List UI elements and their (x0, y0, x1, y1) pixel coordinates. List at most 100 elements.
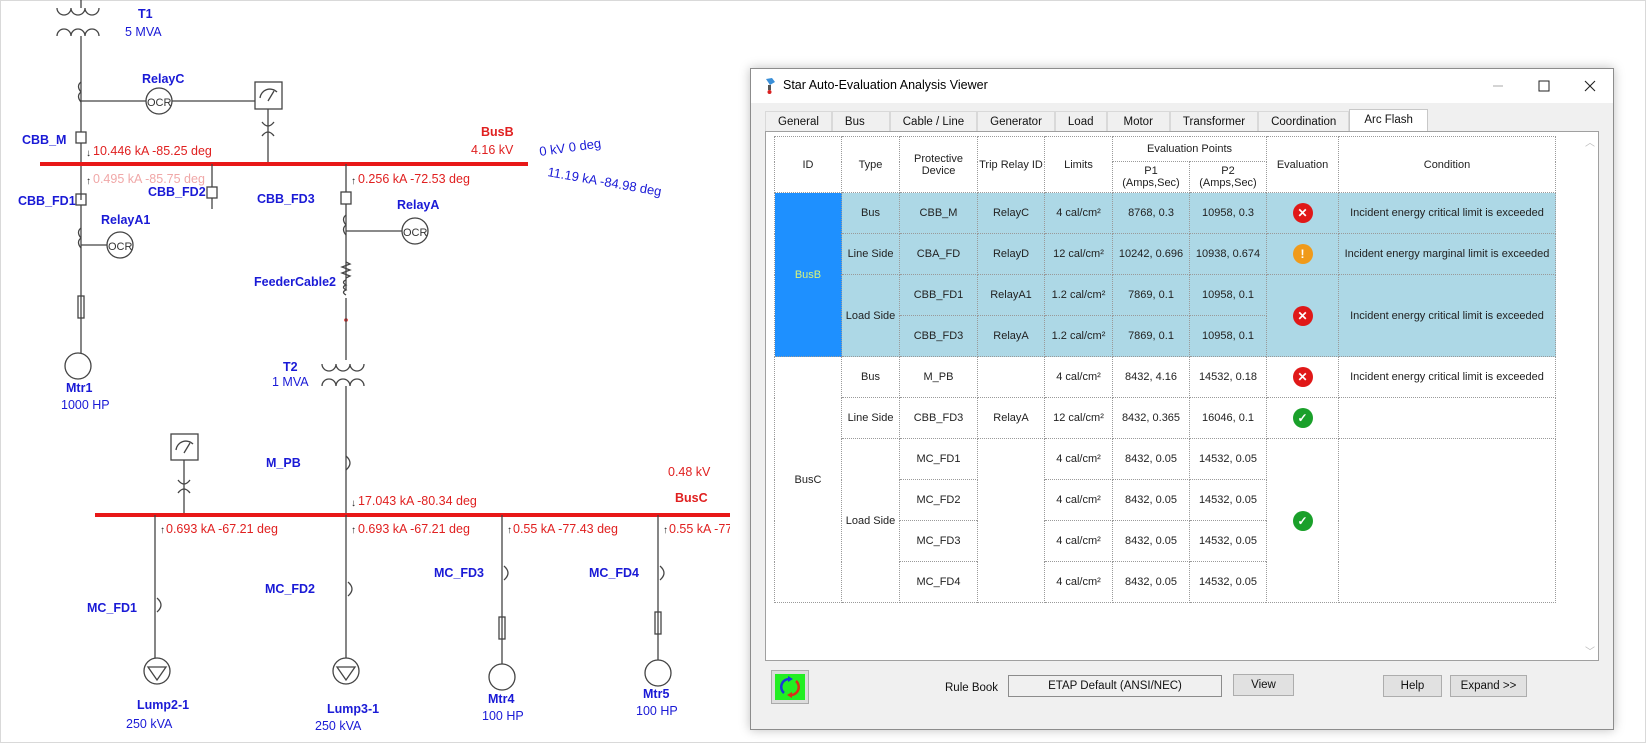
view-button[interactable]: View (1233, 674, 1294, 696)
tab-cable-line[interactable]: Cable / Line (889, 111, 978, 132)
col-limits[interactable]: Limits (1044, 136, 1113, 193)
mtr1-label: Mtr1 (66, 381, 92, 395)
breaker-cbb-fd2[interactable] (206, 186, 218, 199)
breaker-mc-fd1[interactable] (156, 597, 162, 613)
help-button[interactable]: Help (1383, 675, 1442, 697)
svg-text:↑: ↑ (351, 176, 356, 187)
vertical-scrollbar[interactable]: ︿ ﹀ (1582, 132, 1598, 660)
p2-cell: 14532, 0.18 (1189, 356, 1267, 398)
tab-load[interactable]: Load (1054, 111, 1107, 132)
col-type[interactable]: Type (841, 136, 900, 193)
cbb-m-label: CBB_M (22, 133, 66, 147)
limits-cell: 4 cal/cm² (1044, 356, 1113, 398)
p2-cell: 10958, 0.3 (1189, 192, 1267, 234)
table-row[interactable]: Line Side CBB_FD3 RelayA 12 cal/cm² 8432… (775, 397, 1556, 439)
meter-icon-2[interactable] (170, 433, 199, 461)
t2-label: T2 (283, 360, 298, 374)
bus-id-cell[interactable]: BusC (774, 356, 842, 603)
tab-arc-flash[interactable]: Arc Flash (1349, 109, 1428, 132)
col-p1[interactable]: P1 (Amps,Sec) (1112, 161, 1190, 193)
evaluation-cell: ✕ (1266, 192, 1339, 234)
one-line-diagram: T1 5 MVA OCR RelayC CBB_M ↓ 10.446 kA -8… (18, 0, 730, 733)
transformer-t1[interactable] (56, 0, 100, 132)
table-row[interactable]: BusB Bus CBB_M RelayC 4 cal/cm² 8768, 0.… (774, 192, 1556, 357)
limits-cell: 12 cal/cm² (1044, 233, 1113, 275)
col-evaluation[interactable]: Evaluation (1266, 136, 1339, 193)
maximize-icon (1538, 80, 1550, 92)
title-bar[interactable]: Star Auto-Evaluation Analysis Viewer (751, 69, 1613, 103)
col-protective-device[interactable]: Protective Device (899, 136, 978, 193)
p2-cell: 14532, 0.05 (1189, 438, 1267, 480)
cbb-fd3-current: 0.256 kA -72.53 deg (358, 172, 470, 186)
tab-general[interactable]: General (765, 111, 832, 132)
close-button[interactable] (1567, 69, 1613, 103)
type-cell: Bus (841, 356, 900, 398)
bus-id-cell[interactable]: BusB (774, 192, 842, 357)
meter-icon[interactable] (254, 81, 283, 110)
transformer-t2[interactable] (321, 363, 365, 387)
col-p2[interactable]: P2 (Amps,Sec) (1189, 161, 1267, 193)
p1-cell: 8432, 0.365 (1112, 397, 1190, 439)
refresh-button[interactable] (771, 670, 809, 704)
tab-motor[interactable]: Motor (1106, 111, 1170, 132)
busb-result-ka: 11.19 kA -84.98 deg (546, 164, 662, 199)
p1-cell: 8432, 0.05 (1112, 479, 1190, 521)
col-evaluation-points[interactable]: Evaluation Points (1112, 136, 1267, 162)
table-row[interactable]: Load Side CBB_FD1 RelayA1 1.2 cal/cm² 78… (775, 274, 1556, 357)
scroll-down-icon[interactable]: ﹀ (1585, 643, 1595, 658)
breaker-cbb-m[interactable] (75, 131, 87, 144)
rule-book-field[interactable]: ETAP Default (ANSI/NEC) (1008, 675, 1222, 697)
table-row[interactable]: Line Side CBA_FD RelayD 12 cal/cm² 10242… (775, 233, 1556, 275)
breaker-mc-fd2[interactable] (347, 581, 353, 597)
relayc-label: RelayC (142, 72, 184, 86)
motor-mtr5-icon[interactable] (644, 659, 672, 687)
p1-cell: 8432, 0.05 (1112, 561, 1190, 603)
table-row[interactable]: Load Side MC_FD1 4 cal/cm² 8432, 0.05 14… (775, 438, 1556, 603)
tab-bus[interactable]: Bus (831, 111, 890, 132)
evaluation-cell: ! (1266, 233, 1339, 275)
p2-cell: 10958, 0.1 (1189, 274, 1267, 316)
device-cell: MC_FD3 (899, 520, 978, 562)
t2-rating: 1 MVA (272, 375, 309, 389)
tab-generator[interactable]: Generator (977, 111, 1055, 132)
relay-cell: RelayD (977, 233, 1045, 275)
t1-rating: 5 MVA (125, 25, 162, 39)
tab-coordination[interactable]: Coordination (1258, 111, 1350, 132)
svg-text:↑: ↑ (663, 525, 668, 536)
breaker-mc-fd4[interactable] (659, 565, 665, 581)
minimize-icon (1493, 85, 1503, 87)
motor-mtr1-icon[interactable] (64, 352, 92, 380)
breaker-mc-fd3[interactable] (503, 565, 509, 581)
table-row[interactable]: BusC Bus M_PB 4 cal/cm² 8432, 4.16 14532… (774, 356, 1556, 603)
type-cell: Bus (841, 192, 900, 234)
col-id[interactable]: ID (774, 136, 842, 193)
expand-button[interactable]: Expand >> (1450, 675, 1527, 697)
col-trip-relay-id[interactable]: Trip Relay ID (977, 136, 1045, 193)
maximize-button[interactable] (1521, 69, 1567, 103)
condition-cell (1338, 438, 1556, 603)
motor-mtr4-icon[interactable] (488, 663, 516, 691)
relay-cell (977, 438, 1045, 603)
device-cell: M_PB (899, 356, 978, 398)
p2-cell: 14532, 0.05 (1189, 479, 1267, 521)
cbb-m-current: 10.446 kA -85.25 deg (93, 144, 212, 158)
p1-cell: 8768, 0.3 (1112, 192, 1190, 234)
limits-cell: 4 cal/cm² (1044, 520, 1113, 562)
breaker-cbb-fd3[interactable] (340, 191, 352, 205)
minimize-button[interactable] (1475, 69, 1521, 103)
analysis-viewer-window: Star Auto-Evaluation Analysis Viewer Gen… (750, 68, 1614, 730)
tab-transformer[interactable]: Transformer (1169, 111, 1259, 132)
p1-cell: 8432, 4.16 (1112, 356, 1190, 398)
svg-text:↑: ↑ (86, 176, 91, 187)
mtr1-rating: 1000 HP (61, 398, 110, 412)
svg-text:↑: ↑ (160, 525, 165, 536)
evaluation-cell: ✓ (1266, 397, 1339, 439)
limits-cell: 1.2 cal/cm² (1044, 274, 1113, 316)
feedercable2-label: FeederCable2 (254, 275, 336, 289)
p2-cell: 14532, 0.05 (1189, 520, 1267, 562)
condition-cell: Incident energy critical limit is exceed… (1338, 356, 1556, 398)
scroll-up-icon[interactable]: ︿ (1585, 134, 1595, 149)
col-condition[interactable]: Condition (1338, 136, 1556, 193)
mtr5-label: Mtr5 (643, 687, 669, 701)
arc-flash-panel: ID Type Protective Device Trip Relay ID … (765, 131, 1599, 661)
